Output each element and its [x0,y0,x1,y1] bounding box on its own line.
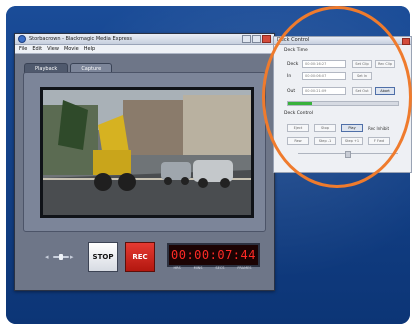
tc-label-hrs: HRS [173,266,181,270]
street-scene-image [43,90,251,215]
volume-slider[interactable]: ◂ ▸ [45,253,75,261]
capture-panel [23,72,266,232]
highlight-circle [262,6,412,188]
timecode-labels: HRS MINS SECS FRAMES [167,266,258,270]
menu-movie[interactable]: Movie [64,46,79,52]
video-preview [40,87,254,218]
timecode-value: 00:00:07:44 [171,248,256,262]
menu-bar: File Edit View Movie Help [15,45,274,54]
close-icon[interactable] [262,35,271,43]
menu-edit[interactable]: Edit [32,46,42,52]
speaker-high-icon: ▸ [70,253,74,261]
transport-controls: ◂ ▸ STOP REC 00:00:07:44 HRS MINS SECS F… [15,234,274,289]
menu-file[interactable]: File [19,46,27,52]
menu-help[interactable]: Help [84,46,95,52]
screenshot-frame: Storbacrown - Blackmagic Media Express F… [0,0,416,330]
minimize-icon[interactable] [242,35,251,43]
window-title: Storbacrown - Blackmagic Media Express [29,36,132,42]
speaker-low-icon: ◂ [45,253,49,261]
deck-close-icon[interactable] [402,38,410,45]
tc-label-mins: MINS [193,266,203,270]
record-button[interactable]: REC [125,242,155,272]
timecode-display: 00:00:07:44 [167,243,260,267]
media-express-window: Storbacrown - Blackmagic Media Express F… [14,33,275,291]
maximize-icon[interactable] [252,35,261,43]
window-titlebar[interactable]: Storbacrown - Blackmagic Media Express [15,34,274,45]
tc-label-frames: FRAMES [237,266,252,270]
tc-label-secs: SECS [215,266,225,270]
stop-button[interactable]: STOP [88,242,118,272]
app-icon [18,35,26,43]
volume-handle[interactable] [59,254,63,260]
menu-view[interactable]: View [47,46,59,52]
